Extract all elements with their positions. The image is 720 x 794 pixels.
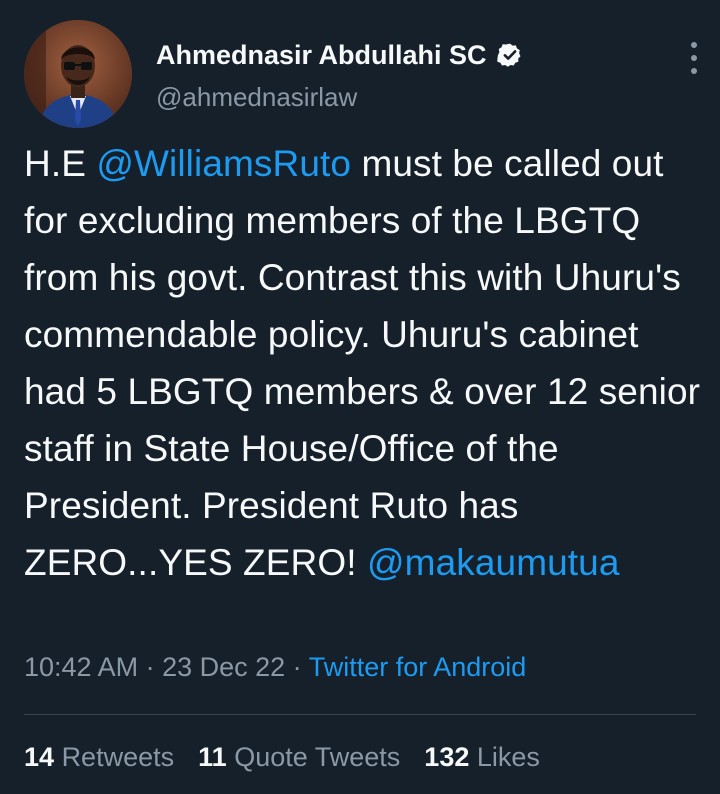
- divider: [24, 714, 696, 715]
- tweet-header: Ahmednasir Abdullahi SC @ahmednasirlaw: [24, 20, 704, 130]
- tweet-date[interactable]: 23 Dec 22: [162, 652, 285, 682]
- quote-tweets-stat[interactable]: 11 Quote Tweets: [198, 742, 400, 773]
- tweet-text: H.E @WilliamsRuto must be called out for…: [24, 135, 704, 591]
- meta-separator: ·: [285, 652, 309, 682]
- profile-photo-icon: [24, 20, 132, 128]
- mention-link[interactable]: @WilliamsRuto: [96, 143, 351, 184]
- meta-separator: ·: [138, 652, 163, 682]
- likes-stat[interactable]: 132 Likes: [424, 742, 540, 773]
- mention-link[interactable]: @makaumutua: [367, 542, 620, 583]
- handle[interactable]: @ahmednasirlaw: [156, 82, 523, 113]
- display-name-row: Ahmednasir Abdullahi SC: [156, 38, 523, 72]
- avatar[interactable]: [24, 20, 132, 128]
- retweets-label: Retweets: [61, 742, 175, 772]
- retweets-count: 14: [24, 742, 55, 772]
- author-names: Ahmednasir Abdullahi SC @ahmednasirlaw: [156, 38, 523, 113]
- likes-label: Likes: [476, 742, 540, 772]
- quote-tweets-label: Quote Tweets: [234, 742, 401, 772]
- dot: [691, 42, 697, 48]
- dot: [691, 55, 697, 61]
- tweet-meta: 10:42 AM · 23 Dec 22 · Twitter for Andro…: [24, 652, 526, 683]
- retweets-stat[interactable]: 14 Retweets: [24, 742, 174, 773]
- tweet: Ahmednasir Abdullahi SC @ahmednasirlaw H…: [0, 0, 720, 794]
- display-name[interactable]: Ahmednasir Abdullahi SC: [156, 40, 487, 71]
- tweet-text-segment: H.E: [24, 143, 97, 184]
- tweet-stats: 14 Retweets 11 Quote Tweets 132 Likes: [24, 742, 564, 773]
- more-options-icon[interactable]: [684, 38, 704, 78]
- tweet-time[interactable]: 10:42 AM: [24, 652, 138, 682]
- tweet-text-segment: must be called out for excluding members…: [24, 143, 701, 583]
- quote-tweets-count: 11: [198, 742, 227, 772]
- tweet-source-link[interactable]: Twitter for Android: [309, 652, 527, 682]
- dot: [691, 68, 697, 74]
- likes-count: 132: [424, 742, 470, 772]
- verified-badge-icon: [496, 42, 523, 68]
